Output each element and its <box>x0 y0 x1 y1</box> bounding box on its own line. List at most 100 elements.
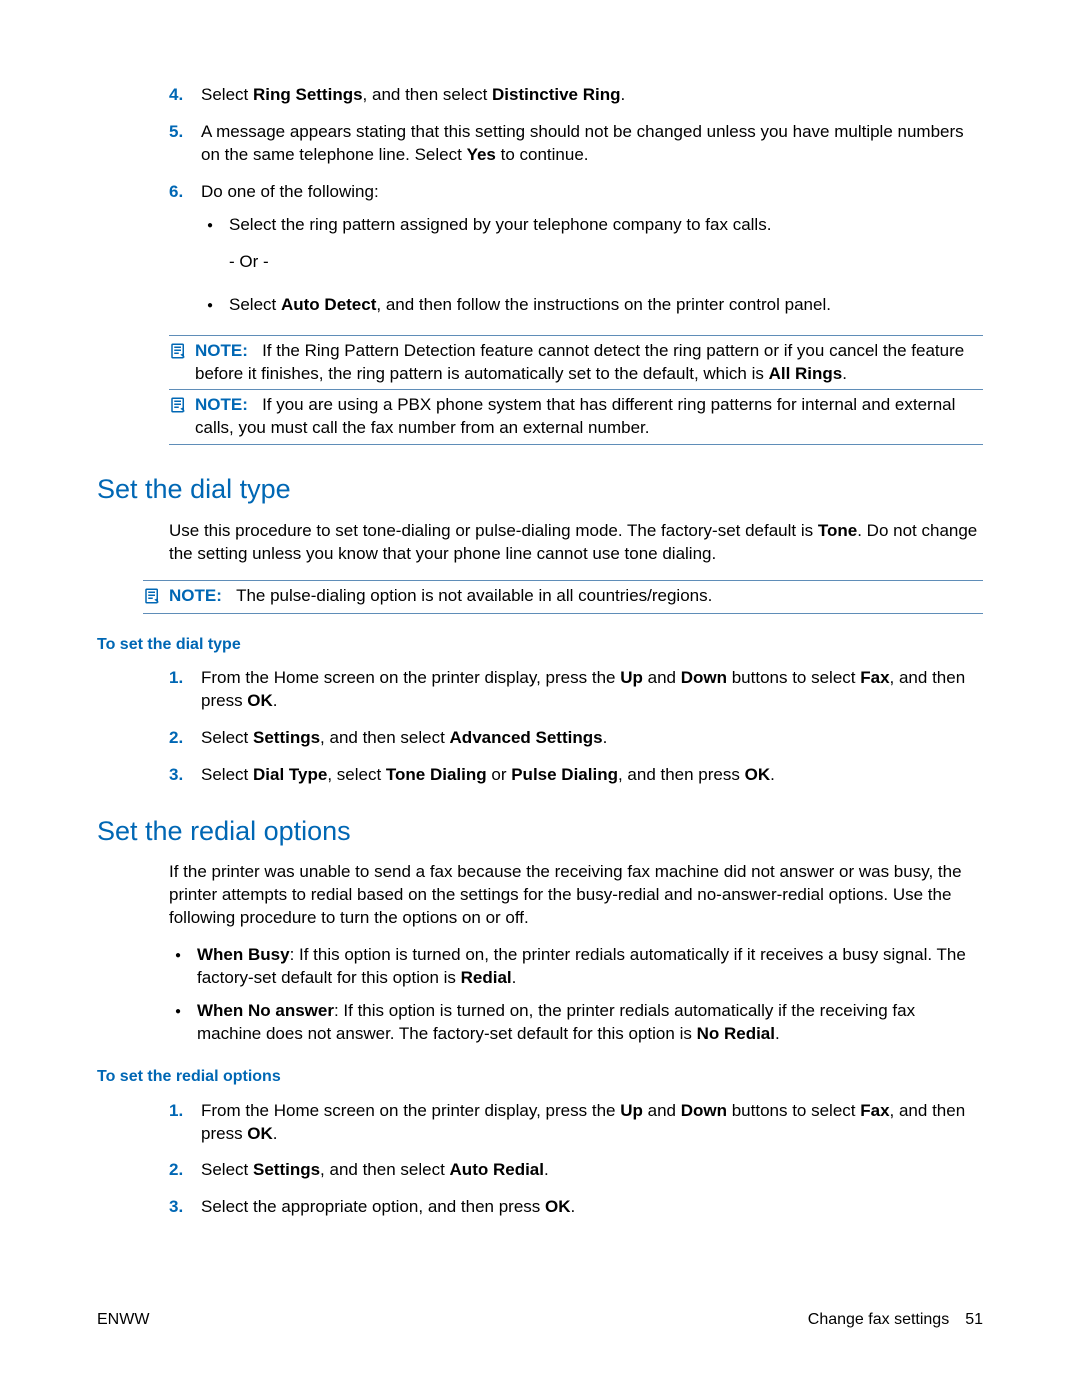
bold: Tone Dialing <box>386 765 487 784</box>
bullet-item: When No answer: If this option is turned… <box>169 1000 983 1046</box>
step-number: 1. <box>169 667 201 713</box>
note-box: NOTE: If you are using a PBX phone syste… <box>169 390 983 445</box>
text: to continue. <box>496 145 589 164</box>
note-body: NOTE: The pulse-dialing option is not av… <box>169 585 983 609</box>
or-text: - Or - <box>229 251 983 274</box>
footer-right: Change fax settings 51 <box>808 1309 983 1331</box>
text: buttons to select <box>727 668 860 687</box>
bold: OK <box>247 1124 273 1143</box>
step-body: From the Home screen on the printer disp… <box>201 1100 983 1146</box>
bold: All Rings <box>769 364 843 383</box>
bold: Fax <box>860 668 889 687</box>
text: . <box>512 968 517 987</box>
text: , and then press <box>618 765 745 784</box>
step-3: 3. Select Dial Type, select Tone Dialing… <box>169 764 983 787</box>
text: , and then follow the instructions on th… <box>376 295 831 314</box>
redial-steps: 1. From the Home screen on the printer d… <box>169 1100 983 1220</box>
bold: Auto Detect <box>281 295 376 314</box>
step-body: Select Dial Type, select Tone Dialing or… <box>201 764 983 787</box>
step-number: 2. <box>169 1159 201 1182</box>
text: . <box>544 1160 549 1179</box>
note-icon <box>169 394 195 440</box>
step-1: 1. From the Home screen on the printer d… <box>169 1100 983 1146</box>
note-body: NOTE: If you are using a PBX phone syste… <box>195 394 983 440</box>
text: Use this procedure to set tone-dialing o… <box>169 521 818 540</box>
paragraph: Use this procedure to set tone-dialing o… <box>169 520 983 566</box>
text: Select <box>229 295 281 314</box>
bullet-item: Select Auto Detect, and then follow the … <box>201 294 983 317</box>
text: . <box>770 765 775 784</box>
text: From the Home screen on the printer disp… <box>201 668 620 687</box>
bold: When No answer <box>197 1001 334 1020</box>
text: Select the appropriate option, and then … <box>201 1197 545 1216</box>
step-body: From the Home screen on the printer disp… <box>201 667 983 713</box>
bold: Up <box>620 1101 643 1120</box>
dial-steps: 1. From the Home screen on the printer d… <box>169 667 983 787</box>
step-2: 2. Select Settings, and then select Adva… <box>169 727 983 750</box>
bullet-body: When Busy: If this option is turned on, … <box>197 944 983 990</box>
note-body: NOTE: If the Ring Pattern Detection feat… <box>195 340 983 386</box>
step-5: 5. A message appears stating that this s… <box>169 121 983 167</box>
heading-set-dial-type: Set the dial type <box>97 471 983 507</box>
text: . <box>842 364 847 383</box>
procedure-heading: To set the redial options <box>97 1066 983 1088</box>
bullet-item: When Busy: If this option is turned on, … <box>169 944 983 990</box>
bold: OK <box>545 1197 571 1216</box>
bold: Tone <box>818 521 857 540</box>
procedure-heading: To set the dial type <box>97 634 983 656</box>
page-number: 51 <box>965 1311 983 1328</box>
bold: OK <box>745 765 771 784</box>
bold: Yes <box>467 145 496 164</box>
bullet-icon <box>201 214 229 284</box>
note-icon <box>169 340 195 386</box>
bold: Down <box>681 1101 727 1120</box>
bullet-icon <box>169 1000 197 1046</box>
note-label: NOTE: <box>195 341 248 360</box>
page-footer: ENWW Change fax settings 51 <box>97 1309 983 1331</box>
text: Select the ring pattern assigned by your… <box>229 214 983 237</box>
bullet-icon <box>201 294 229 317</box>
bold: Auto Redial <box>450 1160 544 1179</box>
text: : If this option is turned on, the print… <box>197 945 966 987</box>
text: From the Home screen on the printer disp… <box>201 1101 620 1120</box>
text: Do one of the following: <box>201 181 983 204</box>
bold: When Busy <box>197 945 290 964</box>
note-box: NOTE: The pulse-dialing option is not av… <box>143 580 983 614</box>
bold: Pulse Dialing <box>511 765 618 784</box>
text: or <box>487 765 512 784</box>
bold: Distinctive Ring <box>492 85 620 104</box>
step-number: 5. <box>169 121 201 167</box>
step-body: A message appears stating that this sett… <box>201 121 983 167</box>
heading-set-redial-options: Set the redial options <box>97 813 983 849</box>
text: . <box>775 1024 780 1043</box>
text: Select <box>201 728 253 747</box>
bold: Fax <box>860 1101 889 1120</box>
step-body: Select the appropriate option, and then … <box>201 1196 983 1219</box>
step-body: Select Settings, and then select Auto Re… <box>201 1159 983 1182</box>
paragraph: If the printer was unable to send a fax … <box>169 861 983 930</box>
text: , and then select <box>320 728 449 747</box>
footer-section: Change fax settings <box>808 1311 949 1328</box>
step-number: 1. <box>169 1100 201 1146</box>
text: The pulse-dialing option is not availabl… <box>236 586 712 605</box>
step-number: 3. <box>169 764 201 787</box>
note-icon <box>143 585 169 609</box>
text: Select <box>201 85 253 104</box>
text: . <box>621 85 626 104</box>
bold: Settings <box>253 728 320 747</box>
step-number: 6. <box>169 181 201 327</box>
step-4: 4. Select Ring Settings, and then select… <box>169 84 983 107</box>
text: . <box>273 691 278 710</box>
footer-left: ENWW <box>97 1309 149 1331</box>
step-6: 6. Do one of the following: Select the r… <box>169 181 983 327</box>
bullet-item: Select the ring pattern assigned by your… <box>201 214 983 284</box>
step-body: Select Ring Settings, and then select Di… <box>201 84 983 107</box>
step-body: Select Settings, and then select Advance… <box>201 727 983 750</box>
note-label: NOTE: <box>169 586 222 605</box>
text: , and then select <box>363 85 492 104</box>
note-label: NOTE: <box>195 395 248 414</box>
step-number: 3. <box>169 1196 201 1219</box>
note-wrap: NOTE: The pulse-dialing option is not av… <box>143 580 983 614</box>
page-content: 4. Select Ring Settings, and then select… <box>97 84 983 1233</box>
note-box: NOTE: If the Ring Pattern Detection feat… <box>169 335 983 391</box>
